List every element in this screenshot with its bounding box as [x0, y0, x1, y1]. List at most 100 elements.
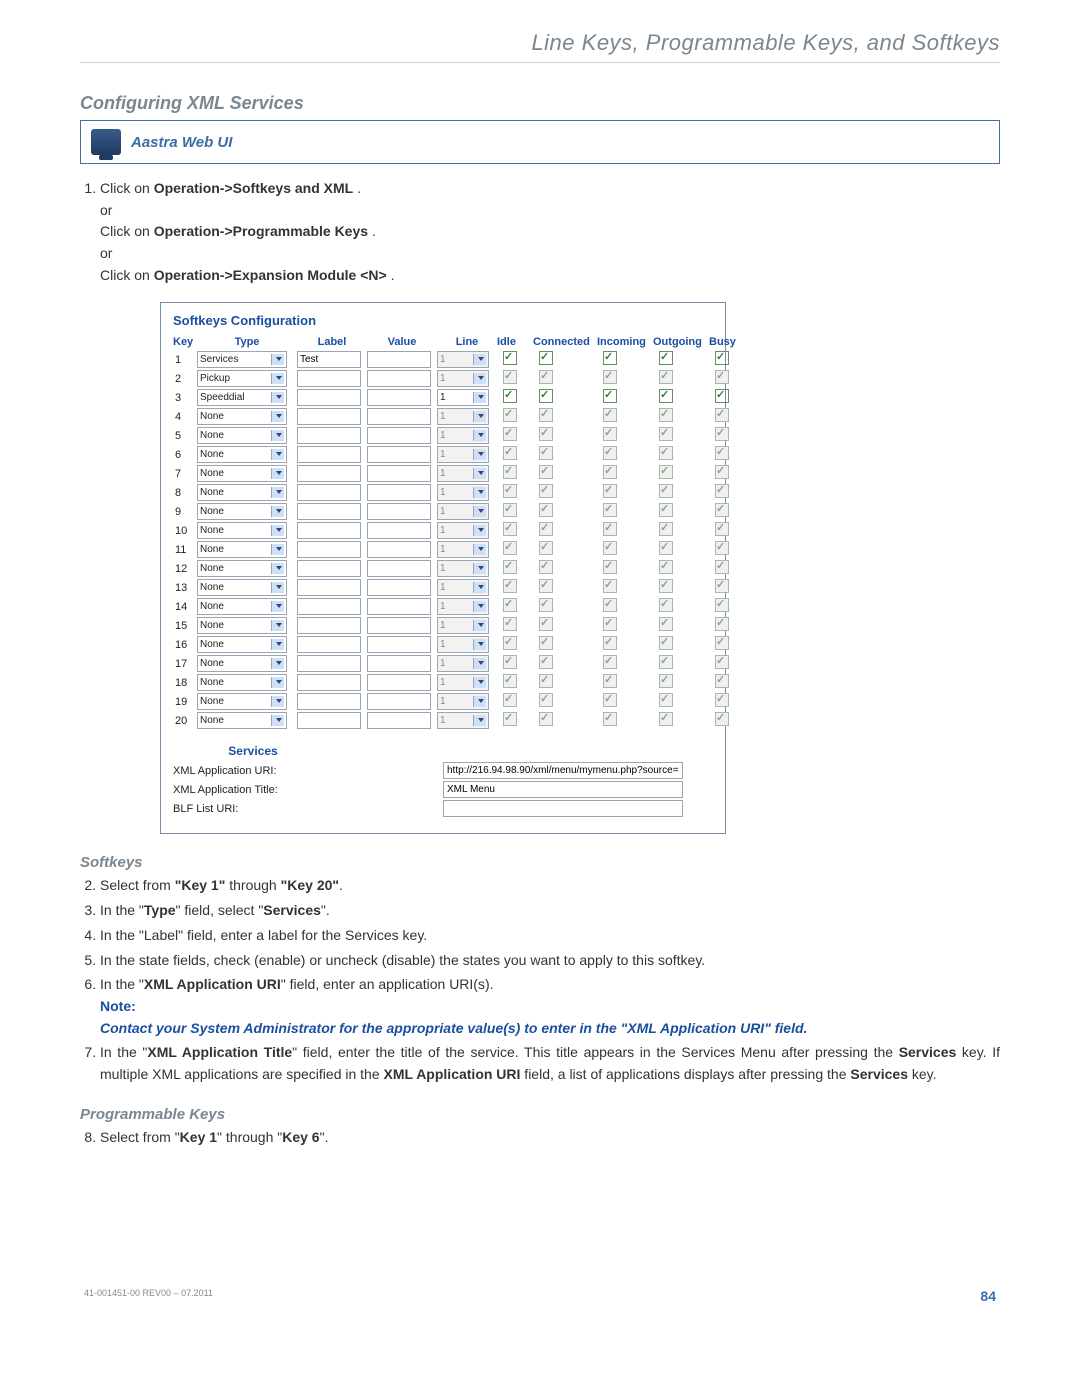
- value-input[interactable]: [367, 712, 431, 729]
- step1-a3: .: [357, 180, 361, 196]
- value-input[interactable]: [367, 560, 431, 577]
- label-input[interactable]: [297, 579, 361, 596]
- type-select[interactable]: None: [197, 712, 287, 729]
- value-input[interactable]: [367, 636, 431, 653]
- type-select[interactable]: Pickup: [197, 370, 287, 387]
- value-input[interactable]: [367, 693, 431, 710]
- type-select[interactable]: None: [197, 408, 287, 425]
- state-checkbox[interactable]: [659, 351, 673, 365]
- label-input[interactable]: [297, 522, 361, 539]
- label-input[interactable]: [297, 693, 361, 710]
- value-input[interactable]: [367, 427, 431, 444]
- value-input[interactable]: [367, 408, 431, 425]
- type-select[interactable]: None: [197, 465, 287, 482]
- label-input[interactable]: [297, 427, 361, 444]
- svc-uri-input[interactable]: [443, 762, 683, 779]
- value-input[interactable]: [367, 617, 431, 634]
- state-checkbox[interactable]: [539, 351, 553, 365]
- svc-uri-row: XML Application URI:: [173, 762, 713, 779]
- value-input[interactable]: [367, 465, 431, 482]
- step-6: In the "XML Application URI" field, ente…: [100, 974, 1000, 1039]
- state-checkbox[interactable]: [503, 351, 517, 365]
- label-input[interactable]: [297, 408, 361, 425]
- line-select[interactable]: 1: [437, 389, 489, 406]
- state-checkbox[interactable]: [715, 351, 729, 365]
- step1-b2: Operation->Programmable Keys: [154, 223, 368, 239]
- label-input[interactable]: [297, 617, 361, 634]
- label-input[interactable]: [297, 541, 361, 558]
- type-select[interactable]: Speeddial: [197, 389, 287, 406]
- value-input[interactable]: [367, 370, 431, 387]
- type-select[interactable]: None: [197, 617, 287, 634]
- value-input[interactable]: [367, 351, 431, 368]
- svc-title-input[interactable]: [443, 781, 683, 798]
- label-input[interactable]: [297, 484, 361, 501]
- value-input[interactable]: [367, 674, 431, 691]
- state-checkbox[interactable]: [503, 389, 517, 403]
- state-checkbox: [503, 484, 517, 498]
- line-select: 1: [437, 446, 489, 463]
- label-input[interactable]: [297, 351, 361, 368]
- value-input[interactable]: [367, 484, 431, 501]
- state-checkbox[interactable]: [603, 389, 617, 403]
- label-input[interactable]: [297, 598, 361, 615]
- value-input[interactable]: [367, 446, 431, 463]
- type-select[interactable]: None: [197, 446, 287, 463]
- label-input[interactable]: [297, 560, 361, 577]
- type-select[interactable]: None: [197, 674, 287, 691]
- label-input[interactable]: [297, 503, 361, 520]
- label-input[interactable]: [297, 636, 361, 653]
- label-input[interactable]: [297, 712, 361, 729]
- label-input[interactable]: [297, 655, 361, 672]
- type-select[interactable]: None: [197, 655, 287, 672]
- type-select[interactable]: None: [197, 598, 287, 615]
- state-checkbox[interactable]: [715, 389, 729, 403]
- value-input[interactable]: [367, 541, 431, 558]
- step1-b3: .: [372, 223, 376, 239]
- type-select[interactable]: None: [197, 427, 287, 444]
- value-input[interactable]: [367, 579, 431, 596]
- config-row: 16None1: [173, 635, 713, 654]
- state-checkbox: [503, 560, 517, 574]
- svc-blf-input[interactable]: [443, 800, 683, 817]
- type-select[interactable]: None: [197, 693, 287, 710]
- step-1: Click on Operation->Softkeys and XML . o…: [100, 178, 1000, 286]
- value-input[interactable]: [367, 522, 431, 539]
- s7h: Services: [850, 1066, 908, 1082]
- step1-b1: Click on: [100, 223, 154, 239]
- type-select[interactable]: None: [197, 560, 287, 577]
- value-input[interactable]: [367, 598, 431, 615]
- footer-rev: 41-001451-00 REV00 – 07.2011: [84, 1288, 213, 1304]
- config-row: 9None1: [173, 502, 713, 521]
- type-select[interactable]: None: [197, 522, 287, 539]
- s7g: field, a list of applications displays a…: [520, 1066, 850, 1082]
- row-key: 11: [173, 544, 197, 556]
- state-checkbox: [715, 674, 729, 688]
- label-input[interactable]: [297, 465, 361, 482]
- state-checkbox[interactable]: [603, 351, 617, 365]
- section-title: Configuring XML Services: [80, 93, 1000, 114]
- s7f: XML Application URI: [384, 1066, 521, 1082]
- value-input[interactable]: [367, 389, 431, 406]
- type-select[interactable]: None: [197, 579, 287, 596]
- config-row: 3Speeddial1: [173, 388, 713, 407]
- state-checkbox: [659, 446, 673, 460]
- type-select[interactable]: None: [197, 541, 287, 558]
- label-input[interactable]: [297, 674, 361, 691]
- type-select[interactable]: None: [197, 503, 287, 520]
- state-checkbox: [715, 617, 729, 631]
- type-select[interactable]: None: [197, 636, 287, 653]
- label-input[interactable]: [297, 389, 361, 406]
- state-checkbox[interactable]: [659, 389, 673, 403]
- label-input[interactable]: [297, 370, 361, 387]
- state-checkbox: [603, 541, 617, 555]
- state-checkbox[interactable]: [539, 389, 553, 403]
- row-key: 12: [173, 563, 197, 575]
- value-input[interactable]: [367, 503, 431, 520]
- state-checkbox: [503, 674, 517, 688]
- type-select[interactable]: None: [197, 484, 287, 501]
- label-input[interactable]: [297, 446, 361, 463]
- s3e: ".: [321, 902, 330, 918]
- value-input[interactable]: [367, 655, 431, 672]
- type-select[interactable]: Services: [197, 351, 287, 368]
